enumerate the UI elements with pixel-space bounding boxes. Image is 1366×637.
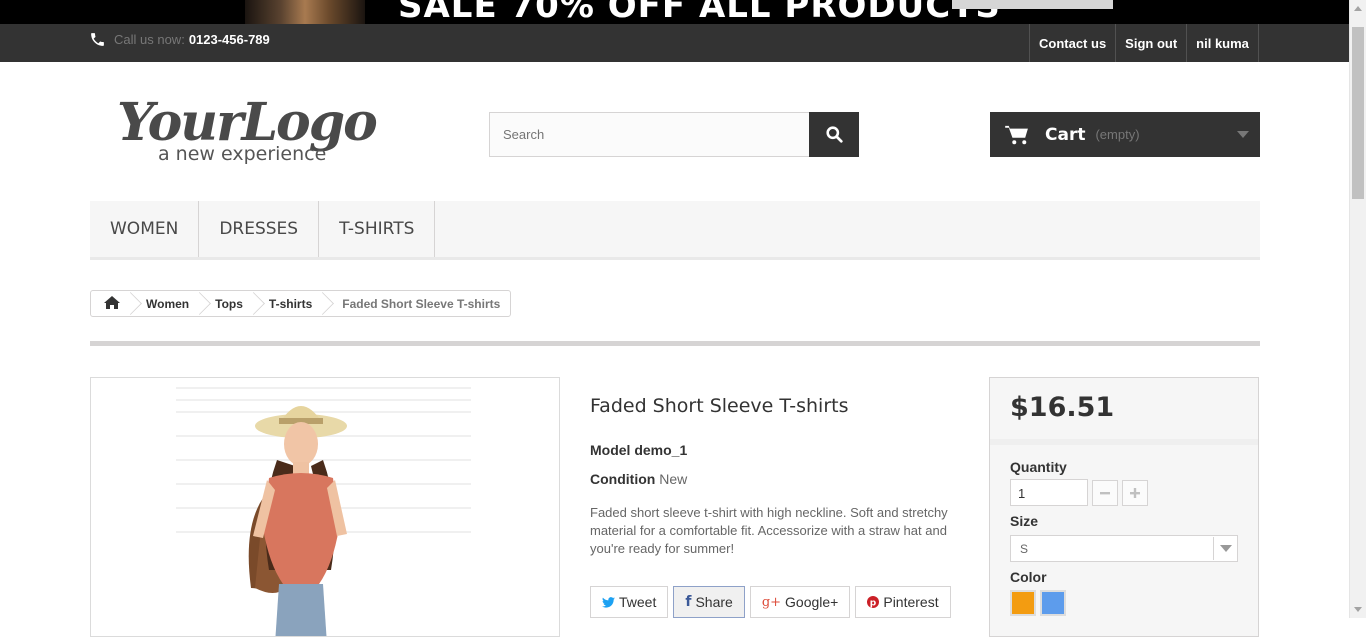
phone-icon	[91, 33, 104, 46]
color-swatch-blue[interactable]	[1040, 590, 1066, 616]
banner-shop-button[interactable]	[952, 0, 1113, 9]
share-label: Share	[695, 594, 733, 610]
pinterest-icon: p	[867, 596, 880, 609]
share-button[interactable]: f Share	[673, 586, 745, 618]
contact-us-link[interactable]: Contact us	[1029, 24, 1115, 62]
search-input[interactable]	[489, 112, 809, 157]
tweet-button[interactable]: Tweet	[590, 586, 669, 618]
social-share: Tweet f Share g+ Google+ p Pinterest	[590, 586, 951, 618]
account-name-link[interactable]: nil kuma	[1186, 24, 1259, 62]
product-price: $16.51	[1010, 392, 1115, 423]
phone-info: Call us now: 0123-456-789	[89, 31, 270, 48]
breadcrumb-current: Faded Short Sleeve T-shirts	[342, 296, 501, 311]
logo-tagline: a new experience	[158, 143, 326, 165]
breadcrumb-t-shirts[interactable]: T-shirts	[255, 291, 324, 316]
home-icon	[103, 295, 120, 309]
size-select[interactable]: S	[1010, 535, 1238, 562]
chevron-down-icon	[1213, 537, 1237, 560]
svg-text:p: p	[870, 599, 877, 609]
cart-label: Cart	[1045, 124, 1086, 145]
menu-item-dresses[interactable]: Dresses	[199, 201, 320, 257]
tweet-label: Tweet	[619, 594, 657, 610]
banner-photo	[245, 0, 365, 24]
model-value: demo_1	[634, 442, 688, 458]
buy-options: Quantity 1 Size S Color	[990, 445, 1258, 630]
breadcrumb-home[interactable]	[91, 291, 132, 316]
google-plus-button[interactable]: g+ Google+	[749, 586, 851, 618]
buy-box: $16.51 Quantity 1 Size S Color	[989, 377, 1259, 637]
product-title: Faded Short Sleeve T-shirts	[590, 395, 849, 417]
banner-text: SALE 70% OFF ALL PRODUCTS	[398, 0, 1001, 24]
phone-number: 0123-456-789	[188, 32, 270, 47]
search-button[interactable]	[809, 112, 859, 157]
color-label: Color	[1010, 569, 1047, 585]
breadcrumb: Women Tops T-shirts Faded Short Sleeve T…	[90, 290, 512, 317]
decrease-quantity-button[interactable]	[1092, 479, 1118, 506]
quantity-label: Quantity	[1010, 459, 1067, 475]
divider	[90, 341, 1260, 346]
pinterest-label: Pinterest	[883, 594, 939, 610]
google-plus-label: Google+	[785, 594, 839, 610]
quantity-stepper: 1	[1010, 479, 1238, 506]
google-plus-icon: g+	[761, 594, 782, 610]
menu-item-women[interactable]: Women	[90, 201, 200, 257]
menu-item-t-shirts[interactable]: T-shirts	[319, 201, 436, 257]
quantity-input[interactable]: 1	[1010, 479, 1088, 506]
call-label: Call us now:	[114, 32, 185, 47]
scroll-down-icon[interactable]	[1354, 607, 1362, 612]
chevron-down-icon	[1237, 131, 1249, 138]
color-swatch-orange[interactable]	[1010, 590, 1036, 616]
size-value: S	[1020, 541, 1029, 556]
facebook-icon: f	[685, 594, 692, 610]
cart-button[interactable]: Cart (empty)	[990, 112, 1260, 157]
product-condition: Condition New	[590, 471, 687, 487]
condition-label: Condition	[590, 471, 656, 487]
price-bar: $16.51	[990, 378, 1258, 445]
product-image[interactable]	[90, 377, 560, 637]
scroll-up-icon[interactable]	[1354, 6, 1362, 11]
cart-icon	[1005, 125, 1028, 144]
cart-status: (empty)	[1095, 127, 1140, 142]
condition-value: New	[659, 471, 688, 487]
product-photo	[176, 387, 471, 636]
breadcrumb-women[interactable]: Women	[132, 291, 201, 316]
promo-banner[interactable]: SALE 70% OFF ALL PRODUCTS	[0, 0, 1349, 24]
increase-quantity-button[interactable]	[1122, 479, 1148, 506]
color-swatches	[1010, 590, 1238, 616]
account-links: Contact us Sign out nil kuma	[1029, 24, 1259, 62]
model-label: Model	[590, 442, 631, 458]
product-model: Model demo_1	[590, 442, 687, 458]
page-scrollbar[interactable]	[1349, 0, 1366, 618]
search-icon	[825, 126, 843, 143]
main-menu: Women Dresses T-shirts	[90, 201, 1260, 260]
site-logo[interactable]: YourLogo a new experience	[115, 84, 405, 170]
top-navigation-bar: Call us now: 0123-456-789 Contact us Sig…	[0, 24, 1349, 62]
sign-out-link[interactable]: Sign out	[1115, 24, 1186, 62]
product-description: Faded short sleeve t-shirt with high nec…	[590, 505, 948, 556]
plus-icon	[1130, 487, 1140, 498]
pinterest-button[interactable]: p Pinterest	[855, 586, 951, 618]
twitter-icon	[602, 596, 615, 608]
minus-icon	[1100, 491, 1110, 494]
search-bar	[489, 112, 859, 157]
scroll-thumb[interactable]	[1352, 27, 1364, 199]
size-label: Size	[1010, 513, 1039, 529]
